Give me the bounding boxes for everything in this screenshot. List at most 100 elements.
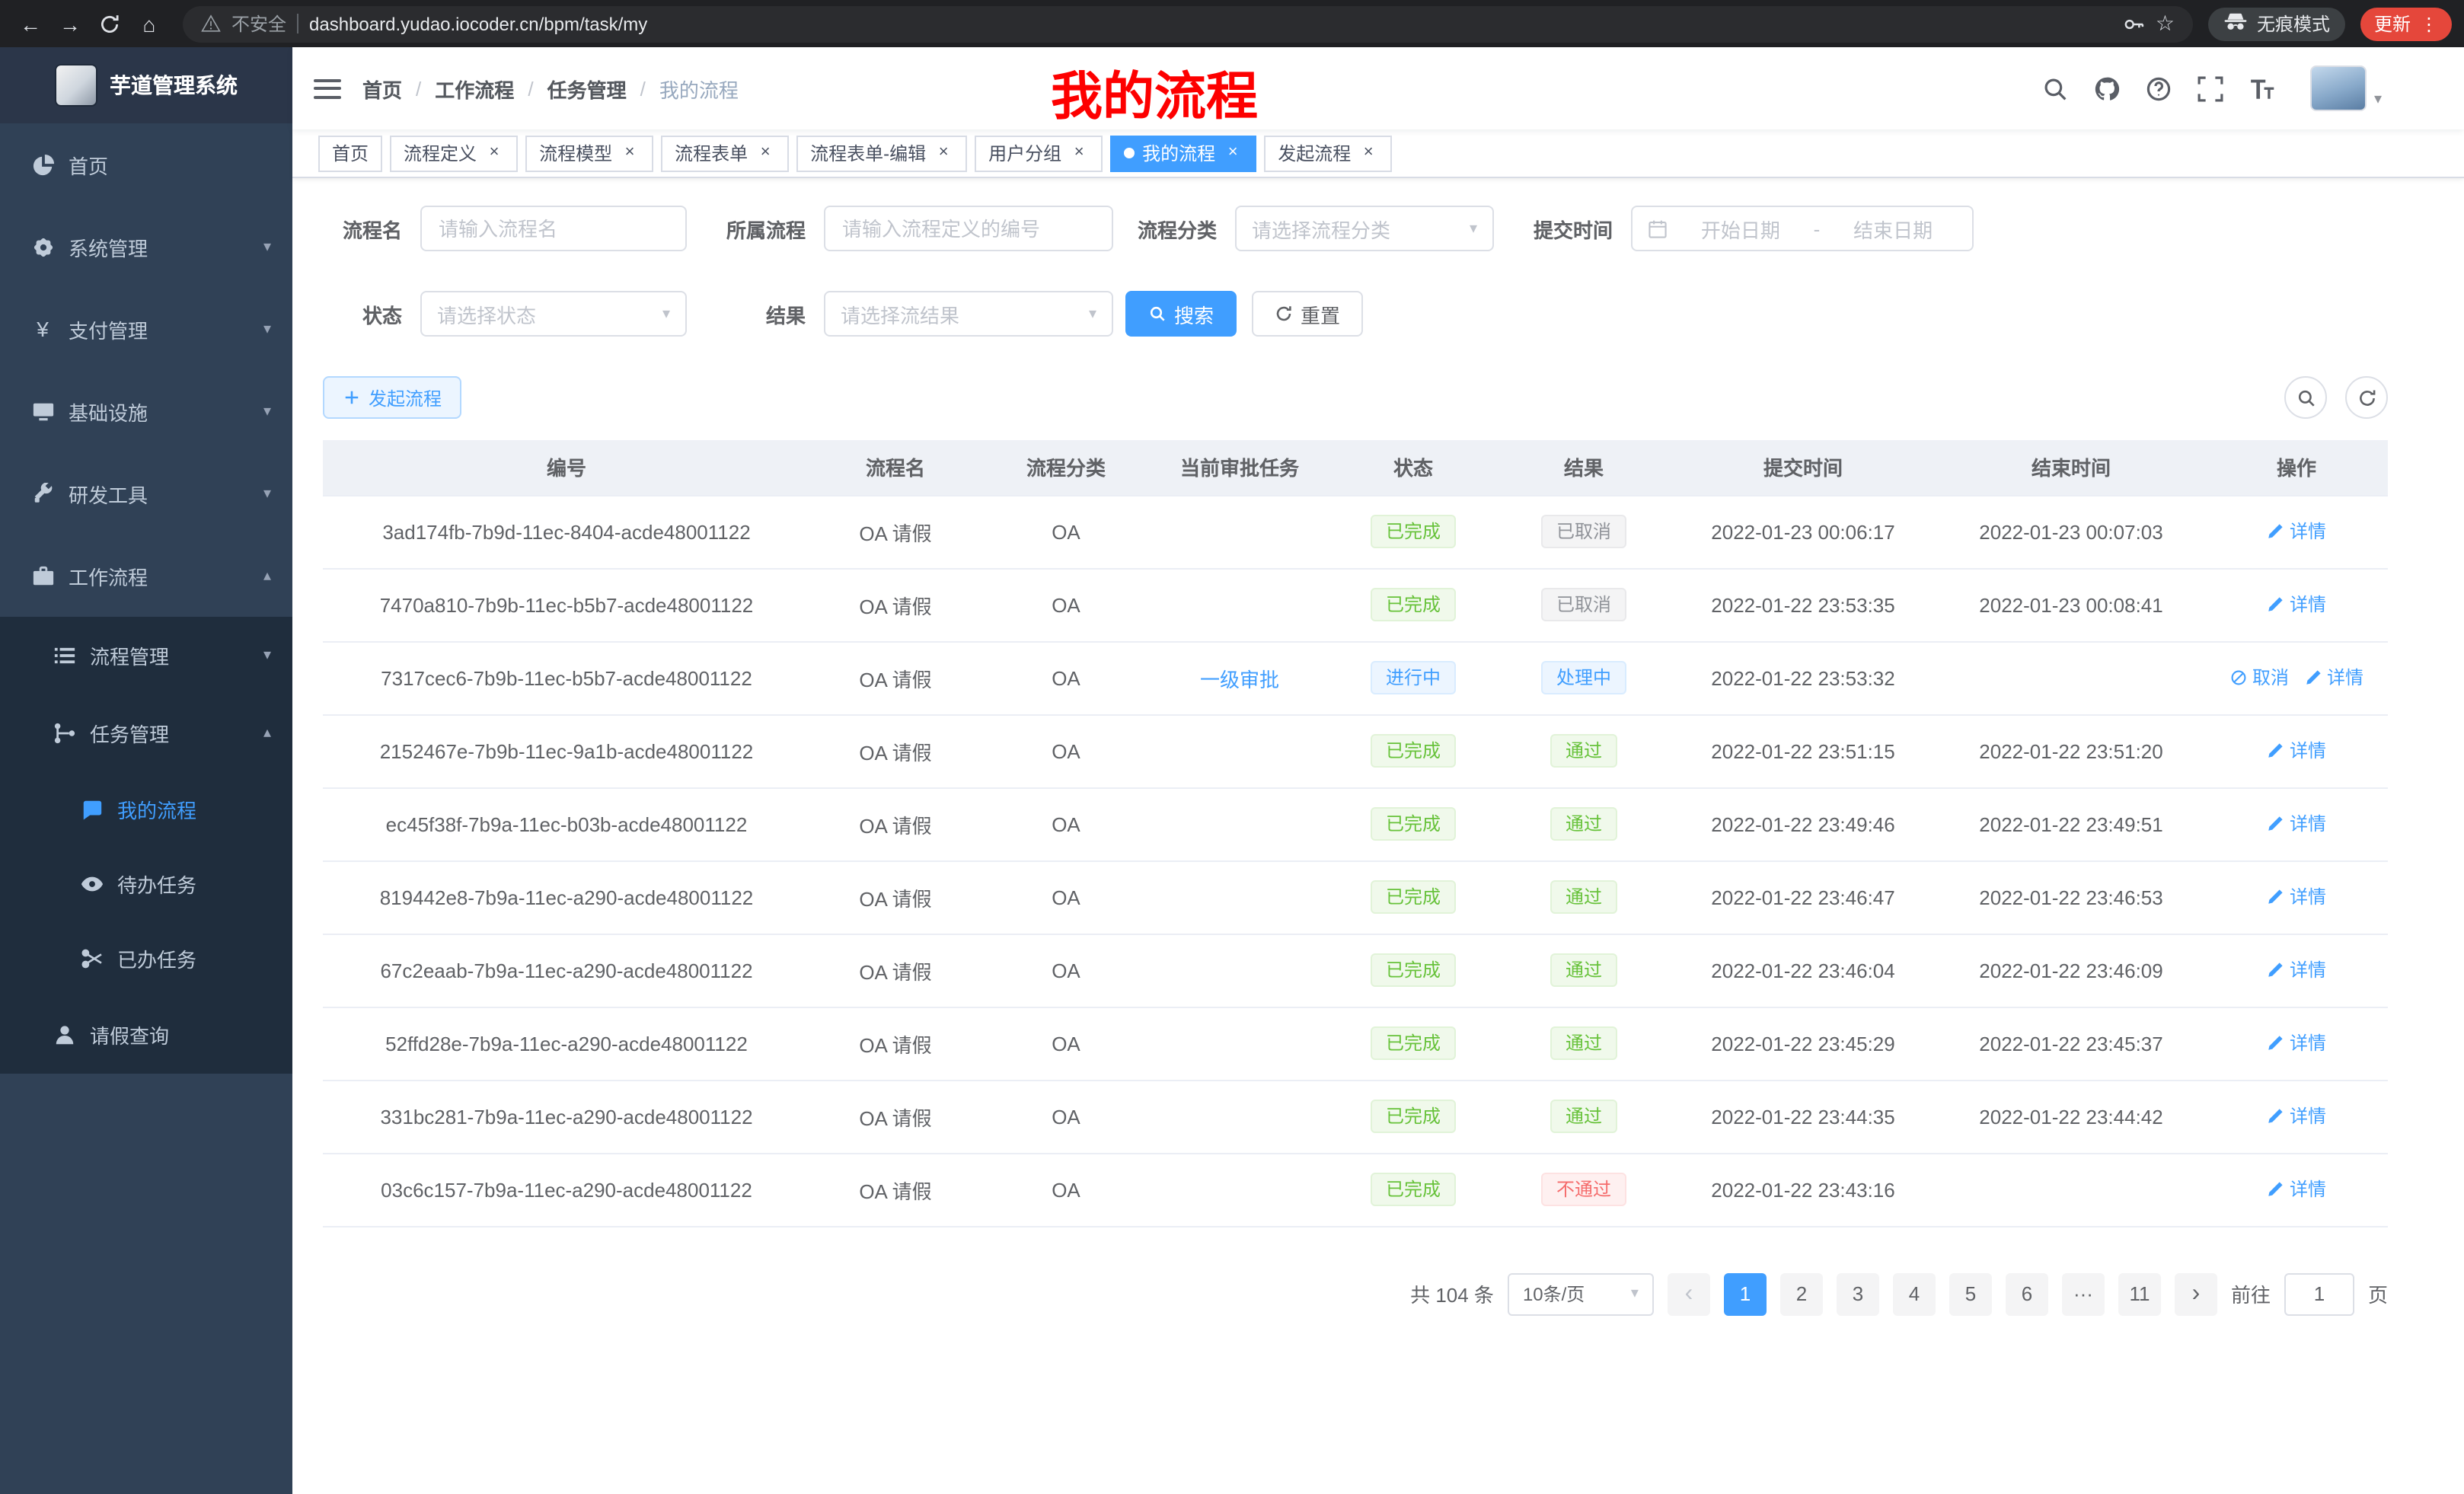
tab-4[interactable]: 流程表单-编辑 × [796, 135, 967, 171]
page-button-3[interactable]: 3 [1837, 1272, 1879, 1315]
page-size-select[interactable]: 10条/页 ▾ [1508, 1272, 1654, 1315]
update-button[interactable]: 更新 ⋮ [2360, 7, 2452, 40]
page-button-1[interactable]: 1 [1724, 1272, 1767, 1315]
app-logo[interactable]: 芋道管理系统 [0, 47, 292, 123]
sidebar-item-8[interactable]: 我的流程 [0, 772, 292, 847]
search-button[interactable]: 搜索 [1125, 291, 1237, 337]
font-size-icon[interactable] [2249, 75, 2275, 101]
status-select[interactable]: 请选择状态 ▾ [420, 291, 687, 337]
close-icon[interactable]: × [1223, 143, 1243, 163]
next-page-button[interactable]: › [2175, 1272, 2217, 1315]
result-badge: 通过 [1550, 807, 1617, 841]
github-icon[interactable] [2094, 75, 2120, 101]
tab-1[interactable]: 流程定义 × [390, 135, 518, 171]
cell-id: 2152467e-7b9b-11ec-9a1b-acde48001122 [323, 714, 810, 787]
back-icon[interactable]: ← [12, 5, 49, 42]
task-link[interactable]: 一级审批 [1200, 668, 1279, 691]
cell-task [1151, 495, 1328, 568]
sidebar-item-1[interactable]: 系统管理 ▾ [0, 206, 292, 288]
table-header-row: 编号流程名流程分类当前审批任务状态结果提交时间结束时间操作 [323, 440, 2388, 495]
detail-action-link[interactable]: 详情 [2267, 738, 2326, 764]
page-button-···[interactable]: ··· [2062, 1272, 2105, 1315]
detail-action-link[interactable]: 详情 [2267, 1176, 2326, 1202]
category-select[interactable]: 请选择流程分类 ▾ [1235, 206, 1494, 251]
browser-toolbar: ← → ⌂ 不安全 dashboard.yudao.iocoder.cn/bpm… [0, 0, 2464, 47]
sidebar-item-7[interactable]: 任务管理 ▴ [0, 694, 292, 772]
toggle-search-icon[interactable] [2284, 376, 2327, 419]
cell-name: OA 请假 [810, 568, 981, 641]
sidebar-item-3[interactable]: 基础设施 ▾ [0, 370, 292, 452]
goto-page-input[interactable] [2284, 1272, 2354, 1315]
cell-id: 7470a810-7b9b-11ec-b5b7-acde48001122 [323, 568, 810, 641]
tab-7[interactable]: 发起流程 × [1264, 135, 1392, 171]
close-icon[interactable]: × [484, 143, 504, 163]
date-end-placeholder[interactable]: 结束日期 [1829, 214, 1957, 243]
sidebar-item-5[interactable]: 工作流程 ▴ [0, 535, 292, 617]
sidebar-item-2[interactable]: ¥ 支付管理 ▾ [0, 288, 292, 370]
page-button-4[interactable]: 4 [1893, 1272, 1936, 1315]
detail-action-link[interactable]: 详情 [2267, 957, 2326, 983]
sidebar-item-10[interactable]: 已办任务 [0, 921, 292, 996]
sidebar-item-6[interactable]: 流程管理 ▾ [0, 617, 292, 694]
submit-time-range[interactable]: 开始日期 - 结束日期 [1631, 206, 1974, 251]
reset-button[interactable]: 重置 [1252, 291, 1363, 337]
hamburger-icon[interactable] [314, 78, 341, 98]
user-menu[interactable]: ▾ [2310, 65, 2382, 111]
table-row: 67c2eaab-7b9a-11ec-a290-acde48001122 OA … [323, 934, 2388, 1007]
sidebar-item-label: 首页 [69, 150, 108, 179]
detail-action-link[interactable]: 详情 [2267, 519, 2326, 544]
search-icon[interactable] [2042, 75, 2068, 101]
status-badge: 已完成 [1371, 734, 1456, 768]
table-row: 3ad174fb-7b9d-11ec-8404-acde48001122 OA … [323, 495, 2388, 568]
cell-name: OA 请假 [810, 787, 981, 860]
page-button-6[interactable]: 6 [2006, 1272, 2048, 1315]
detail-action-link[interactable]: 详情 [2267, 811, 2326, 837]
close-icon[interactable]: × [1358, 143, 1378, 163]
avatar[interactable] [2310, 65, 2367, 111]
breadcrumb-item[interactable]: 任务管理 [547, 74, 627, 103]
page-button-2[interactable]: 2 [1780, 1272, 1823, 1315]
help-icon[interactable] [2146, 75, 2172, 101]
cancel-action-link[interactable]: 取消 [2229, 665, 2289, 691]
filter-definition-label: 所属流程 [714, 214, 806, 243]
close-icon[interactable]: × [1069, 143, 1089, 163]
breadcrumb-item[interactable]: 工作流程 [435, 74, 514, 103]
sidebar-item-0[interactable]: 首页 [0, 123, 292, 206]
detail-action-link[interactable]: 详情 [2304, 665, 2363, 691]
detail-action-link[interactable]: 详情 [2267, 884, 2326, 910]
fullscreen-icon[interactable] [2197, 75, 2223, 101]
address-bar[interactable]: 不安全 dashboard.yudao.iocoder.cn/bpm/task/… [183, 5, 2193, 42]
close-icon[interactable]: × [934, 143, 953, 163]
breadcrumb-item[interactable]: 首页 [362, 74, 402, 103]
forward-icon[interactable]: → [52, 5, 88, 42]
detail-action-link[interactable]: 详情 [2267, 1103, 2326, 1129]
tab-5[interactable]: 用户分组 × [975, 135, 1103, 171]
page-button-5[interactable]: 5 [1949, 1272, 1992, 1315]
sidebar-item-4[interactable]: 研发工具 ▾ [0, 452, 292, 535]
tab-0[interactable]: 首页 [318, 135, 382, 171]
detail-action-link[interactable]: 详情 [2267, 1030, 2326, 1056]
prev-page-button[interactable]: ‹ [1668, 1272, 1710, 1315]
close-icon[interactable]: × [755, 143, 775, 163]
close-icon[interactable]: × [620, 143, 640, 163]
tab-3[interactable]: 流程表单 × [661, 135, 789, 171]
menu-kebab-icon[interactable]: ⋮ [2420, 14, 2438, 33]
create-process-button[interactable]: 发起流程 [323, 376, 461, 419]
page-button-11[interactable]: 11 [2118, 1272, 2161, 1315]
result-select[interactable]: 请选择流结果 ▾ [824, 291, 1113, 337]
process-name-input[interactable] [420, 206, 687, 251]
tab-2[interactable]: 流程模型 × [525, 135, 653, 171]
reload-icon[interactable] [91, 5, 128, 42]
bookmark-star-icon[interactable]: ☆ [2156, 11, 2175, 37]
key-icon[interactable] [2124, 13, 2145, 34]
home-icon[interactable]: ⌂ [131, 5, 168, 42]
process-definition-input[interactable] [824, 206, 1113, 251]
refresh-icon[interactable] [2345, 376, 2388, 419]
tab-6[interactable]: 我的流程 × [1110, 135, 1256, 171]
sidebar-item-11[interactable]: 请假查询 [0, 996, 292, 1074]
date-start-placeholder[interactable]: 开始日期 [1677, 214, 1805, 243]
sidebar-menu: 首页 系统管理 ▾ ¥ 支付管理 ▾ 基础设施 ▾ 研发工具 ▾ 工作流程 ▴ [0, 123, 292, 1074]
sidebar-item-9[interactable]: 待办任务 [0, 847, 292, 921]
detail-action-link[interactable]: 详情 [2267, 592, 2326, 618]
chevron-down-icon: ▾ [1089, 305, 1096, 322]
